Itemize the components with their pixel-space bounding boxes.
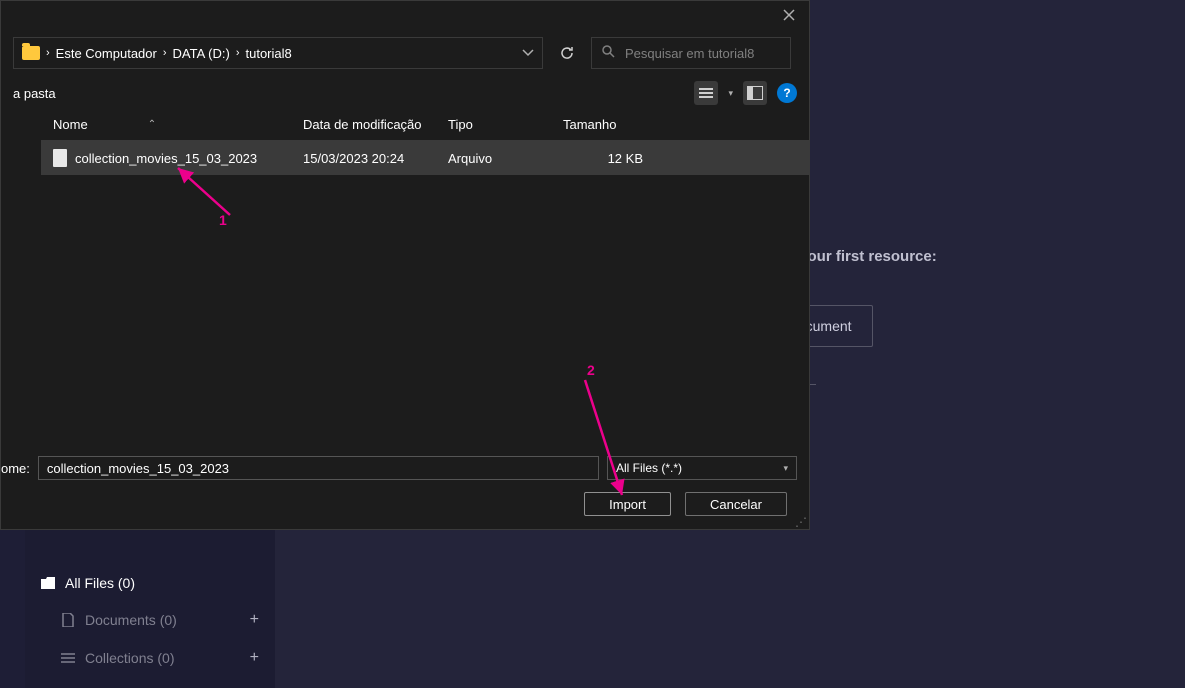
filetype-select[interactable]: All Files (*.*) ▾ [607,456,797,480]
breadcrumb-dropdown-button[interactable] [522,44,534,62]
dialog-footer: ome: All Files (*.*) ▾ Import Cancelar [1,444,809,524]
refresh-button[interactable] [551,37,583,69]
footer-button-row: Import Cancelar [1,492,797,516]
header-type[interactable]: Tipo [448,117,563,132]
header-name[interactable]: Nome [53,117,88,132]
list-icon [699,88,713,98]
search-icon [602,45,615,61]
file-list-area: Nome ⌃ Data de modificação Tipo Tamanho … [1,109,809,444]
file-icon [53,149,67,167]
breadcrumb-item-computer[interactable]: Este Computador [56,46,157,61]
import-button[interactable]: Import [584,492,671,516]
dialog-subtoolbar: a pasta ▾ ? [1,77,809,109]
file-size: 12 KB [563,151,643,166]
filetype-label: All Files (*.*) [616,461,682,475]
chevron-right-icon: › [163,47,167,59]
view-list-button[interactable] [694,81,718,105]
dialog-toolbar: › Este Computador › DATA (D:) › tutorial… [1,29,809,77]
search-input[interactable] [625,46,780,61]
sidebar-item-all-files[interactable]: All Files (0) [25,565,275,601]
filename-input[interactable] [38,456,599,480]
resize-grip-icon[interactable]: ⋰ [795,515,807,527]
sidebar-item-collections[interactable]: Collections (0) + [25,639,275,677]
document-icon [61,613,75,627]
sidebar-collections-label: Collections (0) [85,650,174,666]
header-size[interactable]: Tamanho [563,117,643,132]
folder-icon [22,46,40,60]
panel-icon [747,86,763,100]
file-row[interactable]: collection_movies_15_03_2023 15/03/2023 … [41,141,809,175]
sort-caret-icon: ⌃ [148,119,156,130]
subtoolbar-label: a pasta [13,86,56,101]
view-panel-button[interactable] [743,81,767,105]
subtoolbar-controls: ▾ ? [694,81,797,105]
file-type: Arquivo [448,151,563,166]
breadcrumb-item-drive[interactable]: DATA (D:) [173,46,230,61]
folder-icon [41,576,55,590]
header-date[interactable]: Data de modificação [303,117,448,132]
dialog-titlebar [1,1,809,29]
collection-icon [61,651,75,665]
close-button[interactable] [769,1,809,29]
sidebar-item-documents[interactable]: Documents (0) + [25,601,275,639]
file-date: 15/03/2023 20:24 [303,151,448,166]
help-button[interactable]: ? [777,83,797,103]
chevron-right-icon: › [46,47,50,59]
file-open-dialog: › Este Computador › DATA (D:) › tutorial… [0,0,810,530]
file-name: collection_movies_15_03_2023 [75,151,257,166]
sidebar-items: All Files (0) Documents (0) + Collecti [25,555,275,687]
chevron-down-icon[interactable]: ▾ [728,88,733,99]
chevron-right-icon: › [236,47,240,59]
add-collection-button[interactable]: + [250,649,259,667]
footer-filename-row: ome: All Files (*.*) ▾ [1,456,797,480]
filename-label: ome: [1,461,30,476]
sidebar-documents-label: Documents (0) [85,612,177,628]
breadcrumb-item-folder[interactable]: tutorial8 [245,46,291,61]
search-box [591,37,791,69]
file-list-headers: Nome ⌃ Data de modificação Tipo Tamanho [41,109,809,141]
sidebar-all-files-label: All Files (0) [65,575,135,591]
breadcrumb-box: › Este Computador › DATA (D:) › tutorial… [13,37,543,69]
chevron-down-icon: ▾ [783,463,788,474]
cancel-button[interactable]: Cancelar [685,492,787,516]
add-document-button[interactable]: + [250,611,259,629]
